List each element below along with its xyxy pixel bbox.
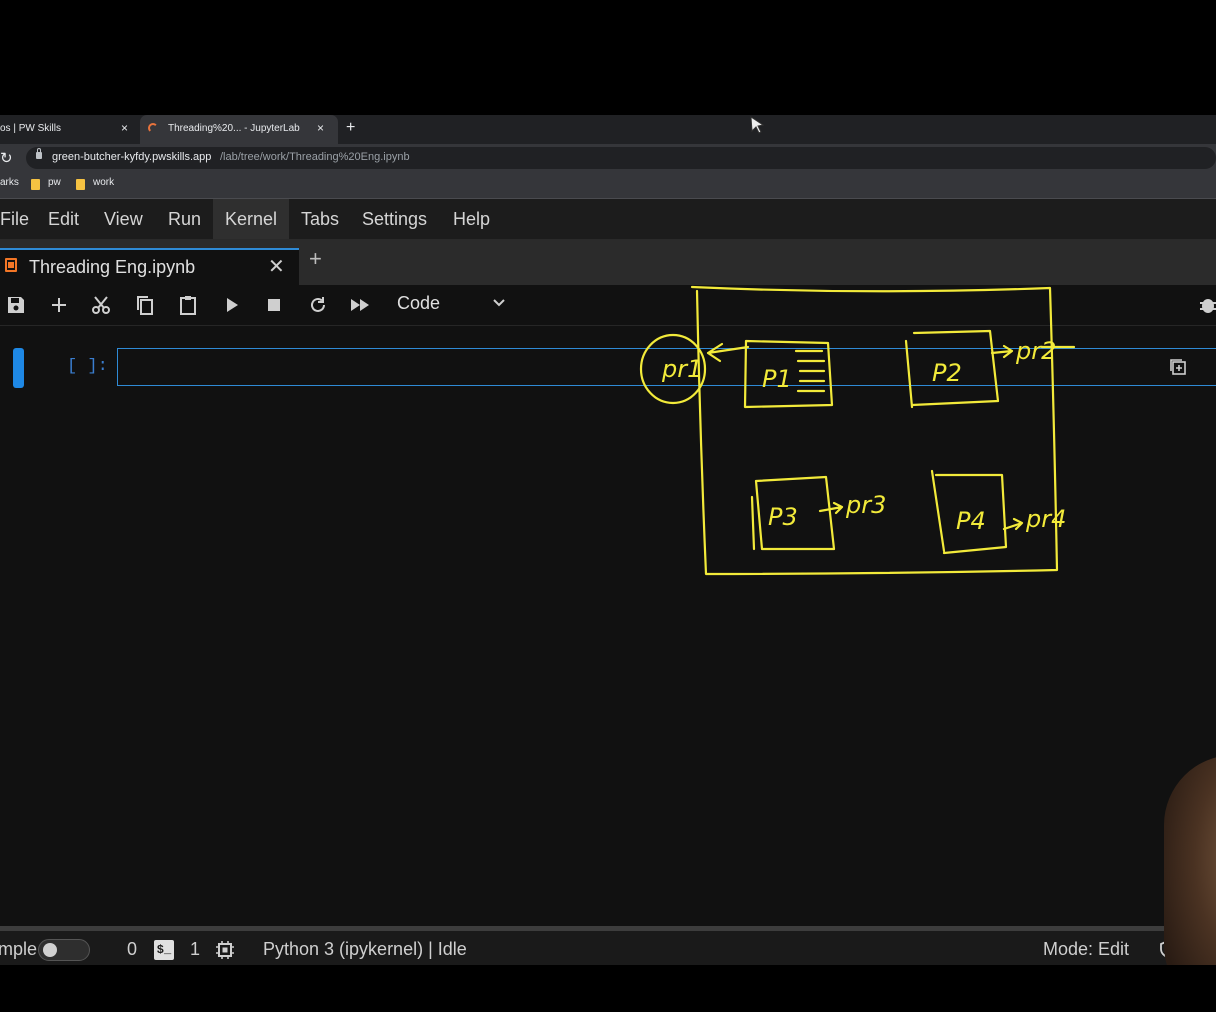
arrow-p4 [1002, 517, 1024, 531]
annotation-strokes [639, 285, 1076, 576]
terminal-count: 0 [127, 939, 138, 959]
annotation-label-pr4: pr4 [1025, 505, 1066, 533]
new-tab-button[interactable]: + [346, 119, 355, 137]
loading-spinner-icon [148, 123, 158, 133]
kernel-count: 1 [190, 939, 201, 959]
url-path: /lab/tree/work/Threading%20Eng.ipynb [220, 151, 410, 163]
save-icon[interactable] [5, 294, 27, 316]
status-bar: mple 0 $_ 1 Python 3 (ipykernel) | Idle … [0, 926, 1216, 965]
menu-kernel[interactable]: Kernel [213, 199, 290, 239]
annotation-label-p4: P4 [956, 507, 986, 535]
annotation-label-p3: P3 [768, 503, 798, 531]
menu-file[interactable]: File [0, 199, 41, 239]
cut-icon[interactable] [90, 294, 112, 316]
kernel-chip-icon[interactable] [214, 939, 236, 961]
folder-icon [76, 179, 85, 190]
new-launcher-button[interactable]: + [309, 246, 322, 272]
browser-tab-label: os | PW Skills [0, 123, 61, 134]
close-icon[interactable]: ✕ [268, 254, 285, 279]
lock-icon [36, 148, 42, 159]
menu-edit[interactable]: Edit [36, 199, 91, 239]
stop-icon[interactable] [263, 294, 285, 316]
menu-tabs[interactable]: Tabs [289, 199, 351, 239]
editor-mode: Mode: Edit [1043, 939, 1130, 959]
paste-icon[interactable] [177, 294, 199, 316]
arrow-p3 [818, 501, 844, 515]
cell-type-select[interactable]: Code [397, 293, 440, 314]
simple-mode-toggle[interactable] [38, 939, 90, 961]
bookmarks-bar: arks pw work [0, 172, 1216, 199]
bookmark-item-work[interactable]: work [93, 177, 114, 188]
bookmark-item[interactable]: arks [0, 177, 19, 188]
kernel-status[interactable]: Python 3 (ipykernel) | Idle [263, 939, 467, 960]
menu-settings[interactable]: Settings [350, 199, 439, 239]
debugger-icon[interactable] [1198, 295, 1216, 315]
simple-mode-label: mple [0, 939, 38, 959]
duplicate-cell-icon[interactable] [1168, 357, 1188, 377]
run-icon[interactable] [221, 294, 243, 316]
url-host: green-butcher-kyfdy.pwskills.app [52, 151, 212, 163]
menu-run[interactable]: Run [156, 199, 213, 239]
document-tab-bar: Threading Eng.ipynb ✕ + [0, 240, 1216, 285]
url-field[interactable]: green-butcher-kyfdy.pwskills.app /lab/tr… [26, 147, 1216, 169]
browser-tab-pwskills[interactable]: os | PW Skills × [0, 115, 140, 144]
terminal-icon[interactable]: $_ [154, 940, 174, 960]
tab-close-icon[interactable]: × [317, 121, 324, 135]
browser-tab-strip: os | PW Skills × Threading%20... - Jupyt… [0, 115, 1216, 144]
menu-bar: File Edit View Run Kernel Tabs Settings … [0, 199, 1216, 240]
chevron-down-icon[interactable] [490, 293, 508, 311]
menu-view[interactable]: View [92, 199, 155, 239]
browser-tab-jupyterlab[interactable]: Threading%20... - JupyterLab × [140, 115, 338, 144]
toggle-knob [43, 943, 57, 957]
code-cell[interactable]: [ ]: [0, 345, 1216, 393]
p3-box [750, 475, 836, 551]
address-bar: ↻ green-butcher-kyfdy.pwskills.app /lab/… [0, 144, 1216, 172]
screen: os | PW Skills × Threading%20... - Jupyt… [0, 115, 1216, 965]
cursor-icon [750, 116, 765, 134]
annotation-label-pr3: pr3 [845, 491, 886, 519]
notebook-toolbar: Code [0, 285, 1216, 326]
add-cell-icon[interactable] [48, 294, 70, 316]
copy-icon[interactable] [134, 294, 156, 316]
document-tab-threading-eng[interactable]: Threading Eng.ipynb ✕ [0, 248, 299, 285]
p4-box [930, 469, 1008, 555]
fast-forward-icon[interactable] [349, 294, 371, 316]
cell-editor[interactable] [117, 348, 1216, 386]
outer-box [690, 285, 1059, 576]
reload-icon[interactable]: ↻ [0, 149, 13, 167]
cell-prompt: [ ]: [67, 357, 108, 376]
restart-icon[interactable] [307, 294, 329, 316]
menu-help[interactable]: Help [441, 199, 502, 239]
bookmark-item-pw[interactable]: pw [48, 177, 61, 188]
browser-tab-label: Threading%20... - JupyterLab [168, 123, 300, 134]
webcam-overlay [1164, 755, 1216, 965]
document-tab-title: Threading Eng.ipynb [29, 257, 196, 277]
tab-close-icon[interactable]: × [121, 121, 128, 135]
folder-icon [31, 179, 40, 190]
notebook-icon [5, 258, 17, 272]
active-cell-indicator [13, 348, 24, 388]
